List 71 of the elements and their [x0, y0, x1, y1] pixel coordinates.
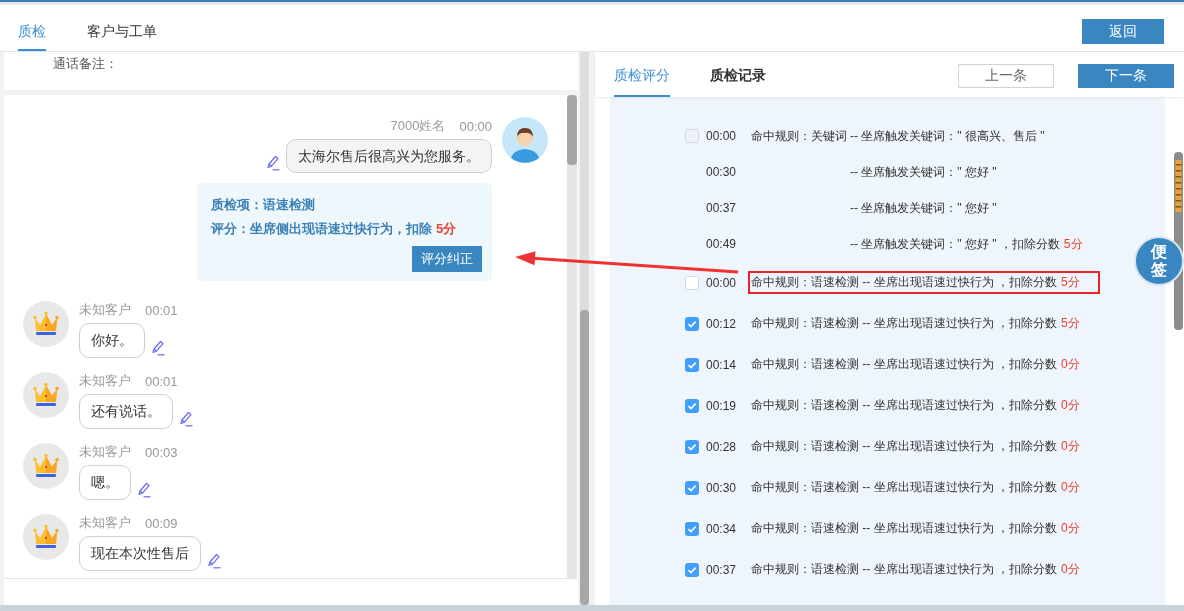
rule-label: 命中规则：关键词 — [750, 127, 847, 145]
message-time: 00:00 — [459, 118, 492, 134]
hit-time: 00:00 — [706, 275, 738, 290]
qc-item-label: 质检项：语速检测 — [211, 196, 316, 214]
crown-avatar-icon — [23, 443, 69, 489]
hit-time: 00:28 — [706, 439, 738, 454]
chat-bubble: 嗯。 — [79, 465, 131, 500]
checkbox[interactable] — [685, 521, 699, 536]
rule-detail: -- 坐席触发关键词：" 很高兴、售后 " — [849, 127, 1046, 145]
qc-score-text: 评分：坐席侧出现语速过快行为，扣除 5分 — [211, 220, 458, 238]
checkbox[interactable] — [685, 275, 699, 290]
chat-bubble: 现在本次性售后 — [79, 536, 201, 571]
crown-avatar-icon — [23, 372, 69, 418]
message-time: 00:09 — [145, 515, 178, 531]
edit-pencil-icon[interactable] — [207, 553, 221, 569]
sender-name: 未知客户 — [79, 443, 131, 461]
back-button[interactable]: 返回 — [1082, 19, 1164, 44]
crown-avatar-icon — [23, 514, 69, 560]
rule-detail: 命中规则：语速检测 -- 坐席出现语速过快行为 ，扣除分数 0分 — [750, 356, 1081, 373]
checkbox[interactable] — [685, 480, 699, 495]
hit-time: 00:19 — [706, 398, 738, 413]
hit-time: 00:30 — [706, 480, 738, 495]
chat-bubble: 你好。 — [79, 323, 145, 358]
hit-time: 00:37 — [706, 201, 738, 215]
checkbox[interactable] — [685, 316, 699, 331]
rule-detail: 命中规则：语速检测 -- 坐席出现语速过快行为 ，扣除分数 0分 — [750, 479, 1081, 496]
rule-detail: 命中规则：语速检测 -- 坐席出现语速过快行为 ，扣除分数 0分 — [750, 520, 1081, 537]
sender-name: 7000姓名 — [390, 117, 446, 135]
rule-detail: 命中规则：语速检测 -- 坐席出现语速过快行为 ，扣除分数 0分 — [750, 561, 1081, 578]
sender-name: 未知客户 — [79, 514, 131, 532]
message-time: 00:03 — [145, 444, 178, 460]
checkbox[interactable] — [685, 357, 699, 372]
rule-detail: 命中规则：语速检测 -- 坐席出现语速过快行为 ，扣除分数 5分 — [748, 271, 1100, 294]
scrollbar-track[interactable] — [567, 95, 577, 578]
previous-button[interactable]: 上一条 — [958, 64, 1054, 88]
hit-time: 00:14 — [706, 357, 738, 372]
user-avatar-icon — [502, 117, 548, 163]
chat-bubble: 还有说话。 — [79, 394, 173, 429]
call-note-label: 通话备注： — [53, 56, 118, 71]
edit-pencil-icon[interactable] — [179, 411, 193, 427]
message-time: 00:01 — [145, 373, 178, 389]
sender-name: 未知客户 — [79, 301, 131, 319]
scrollbar-track[interactable] — [580, 52, 589, 605]
edit-pencil-icon[interactable] — [137, 482, 151, 498]
message-time: 00:01 — [145, 302, 178, 318]
score-correction-button[interactable]: 评分纠正 — [412, 246, 482, 272]
scrollbar-thumb[interactable] — [580, 310, 589, 605]
rule-detail: 命中规则：语速检测 -- 坐席出现语速过快行为 ，扣除分数 0分 — [750, 397, 1081, 414]
checkbox[interactable] — [685, 562, 699, 577]
rule-detail: -- 坐席触发关键词：" 您好 " — [849, 163, 998, 181]
rule-detail: -- 坐席触发关键词：" 您好 " — [849, 199, 998, 217]
rule-detail: -- 坐席触发关键词：" 您好 " ，扣除分数 5分 — [849, 235, 1084, 253]
edit-pencil-icon[interactable] — [151, 340, 165, 356]
scrollbar-thumb[interactable] — [567, 95, 577, 165]
hit-time: 00:49 — [706, 237, 738, 251]
rule-detail: 命中规则：语速检测 -- 坐席出现语速过快行为 ，扣除分数 5分 — [750, 315, 1081, 332]
chat-bubble: 太海尔售后很高兴为您服务。 — [286, 139, 492, 173]
checkbox[interactable] — [685, 398, 699, 413]
hit-time: 00:00 — [706, 129, 738, 143]
crown-avatar-icon — [23, 301, 69, 347]
hit-time: 00:37 — [706, 562, 738, 577]
checkbox[interactable] — [685, 439, 699, 454]
edit-pencil-icon[interactable] — [266, 155, 280, 171]
header-tab[interactable]: 客户与工单 — [87, 5, 157, 51]
sender-name: 未知客户 — [79, 372, 131, 390]
hit-time: 00:12 — [706, 316, 738, 331]
hit-time: 00:30 — [706, 165, 738, 179]
next-button[interactable]: 下一条 — [1078, 64, 1174, 88]
panel-tab[interactable]: 质检记录 — [710, 52, 766, 97]
rule-detail: 命中规则：语速检测 -- 坐席出现语速过快行为 ，扣除分数 0分 — [750, 438, 1081, 455]
hit-time: 00:34 — [706, 521, 738, 536]
